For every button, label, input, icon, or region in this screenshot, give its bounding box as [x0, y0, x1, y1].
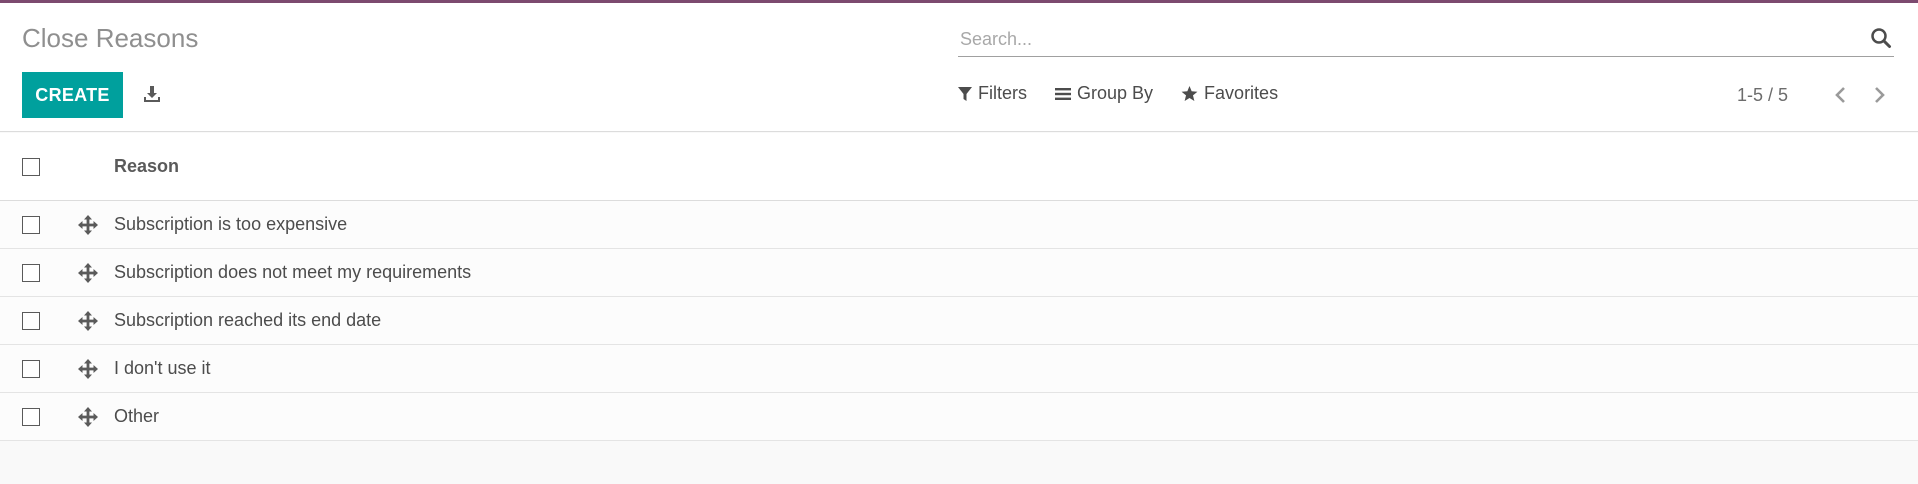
create-button[interactable]: CREATE	[22, 72, 123, 118]
drag-handle[interactable]	[62, 262, 114, 283]
table-row[interactable]: Subscription does not meet my requiremen…	[0, 249, 1918, 297]
row-checkbox[interactable]	[22, 263, 40, 282]
move-icon	[78, 262, 98, 283]
table-row[interactable]: Subscription reached its end date	[0, 297, 1918, 345]
control-panel: Close Reasons CREATE Filters Group	[0, 3, 1918, 132]
pager: 1-5 / 5	[1737, 81, 1894, 109]
drag-handle[interactable]	[62, 406, 114, 427]
reason-cell[interactable]: I don't use it	[114, 358, 211, 379]
filters-label: Filters	[978, 83, 1027, 103]
chevron-right-icon	[1875, 87, 1885, 103]
move-icon	[78, 406, 98, 427]
row-checkbox-cell	[0, 215, 62, 234]
drag-handle[interactable]	[62, 358, 114, 379]
drag-handle[interactable]	[62, 214, 114, 235]
table-row[interactable]: Other	[0, 393, 1918, 441]
star-icon	[1181, 85, 1198, 101]
chevron-left-icon	[1835, 87, 1845, 103]
row-checkbox[interactable]	[22, 311, 40, 330]
row-checkbox-cell	[0, 263, 62, 282]
table-row[interactable]: I don't use it	[0, 345, 1918, 393]
row-checkbox-cell	[0, 407, 62, 426]
download-icon	[144, 86, 160, 102]
row-checkbox[interactable]	[22, 215, 40, 234]
move-icon	[78, 358, 98, 379]
select-all-checkbox[interactable]	[22, 157, 40, 176]
move-icon	[78, 310, 98, 331]
favorites-dropdown[interactable]: Favorites	[1181, 83, 1278, 104]
pager-next-button[interactable]	[1866, 81, 1894, 109]
row-checkbox[interactable]	[22, 359, 40, 378]
move-icon	[78, 214, 98, 235]
search-input[interactable]	[960, 25, 1840, 53]
download-button[interactable]	[139, 81, 165, 107]
list-view: Reason Subscription is too expensive Sub…	[0, 133, 1918, 441]
pager-previous-button[interactable]	[1826, 81, 1854, 109]
search-options: Filters Group By Favorites	[958, 83, 1278, 104]
reason-cell[interactable]: Subscription does not meet my requiremen…	[114, 262, 471, 283]
reason-cell[interactable]: Subscription is too expensive	[114, 214, 347, 235]
table-header: Reason	[0, 133, 1918, 201]
filters-dropdown[interactable]: Filters	[958, 83, 1027, 104]
search-icon[interactable]	[1870, 27, 1892, 49]
drag-handle[interactable]	[62, 310, 114, 331]
favorites-label: Favorites	[1204, 83, 1279, 103]
table-row[interactable]: Subscription is too expensive	[0, 201, 1918, 249]
list-icon	[1055, 87, 1071, 100]
filter-icon	[958, 86, 972, 101]
reason-cell[interactable]: Subscription reached its end date	[114, 310, 381, 331]
page-title: Close Reasons	[22, 23, 199, 53]
select-all-cell	[0, 157, 62, 176]
reason-cell[interactable]: Other	[114, 406, 159, 427]
column-header-reason[interactable]: Reason	[114, 156, 179, 177]
group-by-label: Group By	[1077, 83, 1154, 103]
group-by-dropdown[interactable]: Group By	[1055, 83, 1153, 104]
row-checkbox-cell	[0, 359, 62, 378]
pager-value[interactable]: 1-5 / 5	[1737, 85, 1788, 106]
row-checkbox[interactable]	[22, 407, 40, 426]
row-checkbox-cell	[0, 311, 62, 330]
search-bar	[958, 21, 1894, 57]
